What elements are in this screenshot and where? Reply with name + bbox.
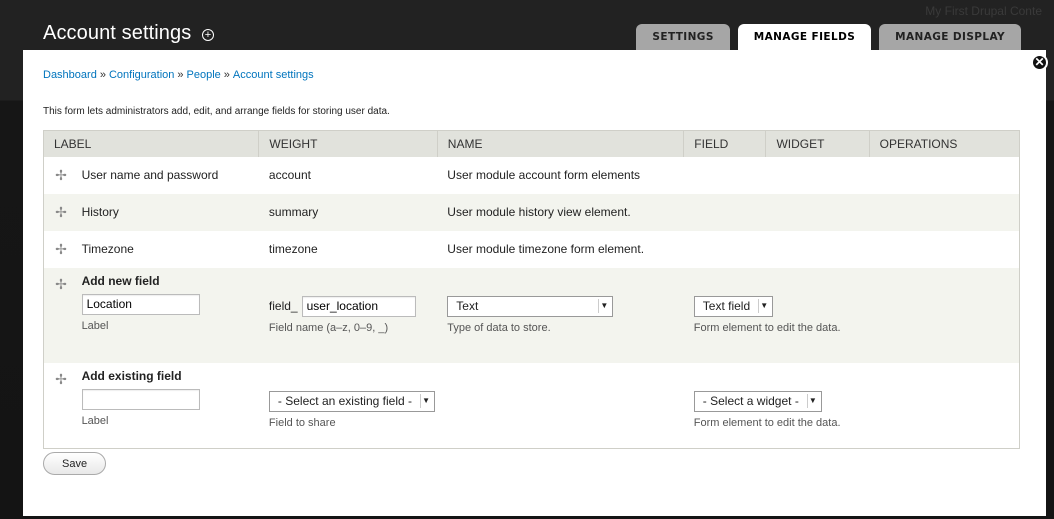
add-new-field-row: ✢ Add new field Label field_ Field name … [43,267,1020,363]
column-header-widget: WIDGET [765,130,870,157]
tab-settings[interactable]: SETTINGS [636,24,730,50]
close-icon[interactable]: ✕ [1031,54,1048,71]
field-type-select[interactable]: Text ▼ [447,295,614,317]
tab-manage-display[interactable]: MANAGE DISPLAY [879,24,1021,50]
field-name-input[interactable] [301,295,416,317]
new-field-label-input[interactable] [81,293,200,315]
add-shortcut-icon[interactable]: + [202,29,215,41]
existing-field-select[interactable]: - Select an existing field - ▼ [268,390,435,412]
table-row: ✢ User name and password account User mo… [44,157,1020,194]
column-header-label: LABEL [43,130,259,157]
page-description: This form lets administrators add, edit,… [43,106,390,117]
column-header-weight: WEIGHT [258,130,438,157]
chevron-down-icon: ▼ [419,394,430,408]
drag-handle-icon[interactable]: ✢ [44,194,78,231]
row-widget [766,157,869,194]
widget-help: Form element to edit the data. [693,321,841,334]
chevron-down-icon: ▼ [598,299,608,313]
drag-handle-icon[interactable]: ✢ [44,231,78,268]
chevron-down-icon: ▼ [806,394,817,408]
breadcrumb-configuration[interactable]: Configuration [109,69,174,81]
drag-handle-icon[interactable]: ✢ [44,268,78,363]
save-button[interactable]: Save [43,452,107,475]
fields-table: LABEL WEIGHT NAME FIELD WIDGET OPERATION… [43,130,1020,449]
row-name: User module timezone form element. [447,242,645,256]
row-weight: summary [268,205,319,219]
row-operations [869,157,1019,194]
breadcrumb-people[interactable]: People [187,69,221,81]
row-label: Timezone [81,242,134,256]
drag-handle-icon[interactable]: ✢ [44,157,78,194]
breadcrumb-separator: » [99,69,106,81]
add-new-field-title: Add new field [81,273,160,288]
row-label: User name and password [81,168,219,182]
row-widget [766,194,869,231]
row-label: History [81,205,119,219]
row-operations [869,231,1019,268]
row-operations [869,194,1019,231]
row-name: User module account form elements [447,168,641,182]
existing-field-label-help: Label [81,414,109,427]
column-header-field: FIELD [683,130,766,157]
table-row: ✢ Timezone timezone User module timezone… [44,231,1020,268]
overlay-titlebar: Account settings + SETTINGS MANAGE FIELD… [23,10,1046,50]
row-weight: account [268,168,311,182]
drag-handle-icon[interactable]: ✢ [44,363,78,449]
column-header-operations: OPERATIONS [868,130,1020,157]
row-widget [766,231,869,268]
page-title-text: Account settings [43,22,192,44]
row-name: User module history view element. [447,205,631,219]
tabs: SETTINGS MANAGE FIELDS MANAGE DISPLAY [636,24,1021,50]
existing-field-label-input[interactable] [81,388,200,410]
existing-widget-value: - Select a widget - [702,394,799,408]
breadcrumb-dashboard[interactable]: Dashboard [43,69,97,81]
widget-value: Text field [702,299,751,313]
breadcrumb-separator: » [177,69,184,81]
new-field-label-help: Label [81,319,109,332]
breadcrumb-separator: » [223,69,230,81]
existing-widget-help: Form element to edit the data. [693,416,841,429]
widget-select[interactable]: Text field ▼ [693,295,774,317]
existing-widget-select[interactable]: - Select a widget - ▼ [693,390,822,412]
breadcrumb: Dashboard» Configuration» People» Account s… [43,69,314,81]
page-title: Account settings + [43,22,215,45]
existing-field-value: - Select an existing field - [277,394,412,408]
field-name-prefix: field_ [268,299,298,313]
field-type-help: Type of data to store. [447,321,551,334]
field-name-help: Field name (a–z, 0–9, _) [268,321,389,334]
field-type-value: Text [456,299,479,313]
add-existing-field-row: ✢ Add existing field Label - Select an e… [44,363,1020,449]
overlay-content: Dashboard» Configuration» People» Account s… [23,50,1046,516]
chevron-down-icon: ▼ [758,299,768,313]
table-row: ✢ History summary User module history vi… [43,193,1020,231]
row-weight: timezone [268,242,318,256]
existing-field-help: Field to share [268,416,336,429]
tab-manage-fields[interactable]: MANAGE FIELDS [737,24,872,50]
column-header-name: NAME [436,130,684,157]
breadcrumb-account-settings[interactable]: Account settings [233,69,314,81]
add-existing-field-title: Add existing field [81,368,182,383]
